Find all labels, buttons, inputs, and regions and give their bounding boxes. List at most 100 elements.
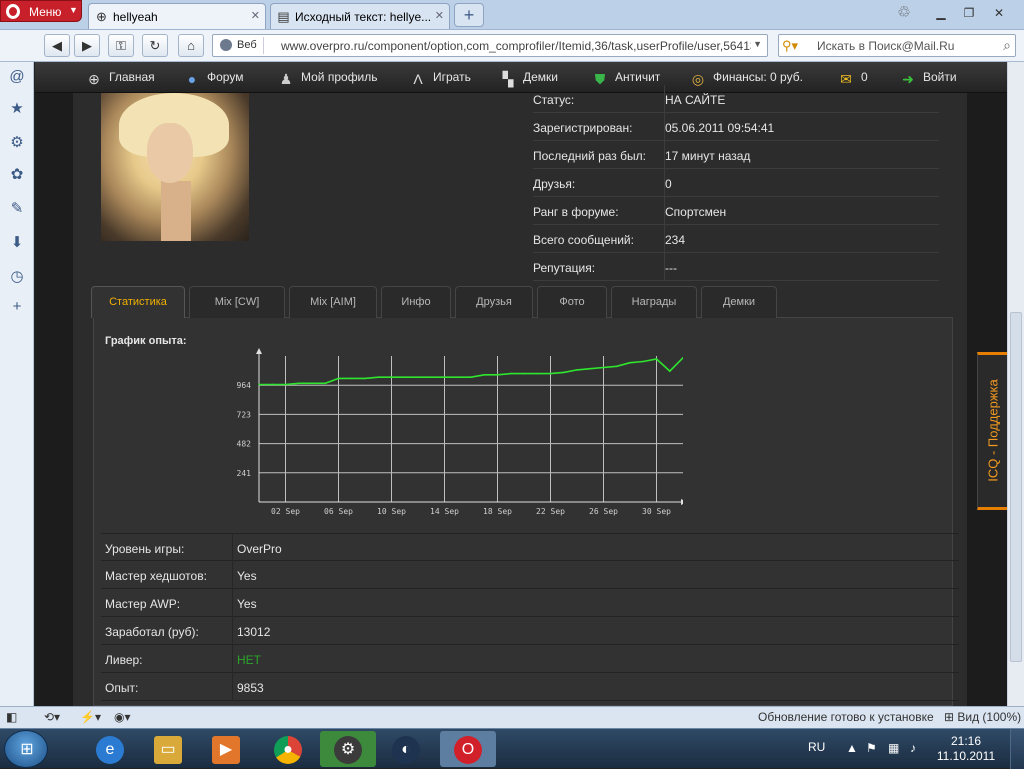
- play-icon: Λ: [413, 71, 423, 87]
- menu-item-home[interactable]: ⊕ Главная: [85, 70, 155, 87]
- network-alert-icon[interactable]: ⚑: [866, 741, 877, 755]
- back-button[interactable]: ◀: [44, 34, 70, 57]
- chart-data-point: [377, 376, 380, 379]
- chart-data-point: [403, 376, 406, 379]
- restore-button[interactable]: ❐: [956, 4, 982, 22]
- taskbar-opera[interactable]: O: [440, 731, 496, 767]
- info-row-reputation: Репутация: ---: [533, 253, 939, 281]
- opera-logo-icon: [6, 4, 20, 19]
- language-indicator[interactable]: RU: [808, 740, 825, 754]
- taskbar-ie[interactable]: e: [82, 731, 138, 767]
- tray-expand-icon[interactable]: ▲: [846, 741, 858, 755]
- url-text[interactable]: www.overpro.ru/component/option,com_comp…: [281, 39, 751, 53]
- zoom-status[interactable]: ⊞ Вид (100%): [944, 710, 1021, 724]
- key-icon[interactable]: ⚿: [108, 34, 134, 57]
- bookmarks-icon[interactable]: ★: [8, 100, 26, 118]
- taskbar-teamspeak[interactable]: ◐: [378, 731, 434, 767]
- chart-data-point: [337, 377, 340, 380]
- taskbar-explorer[interactable]: ▭: [140, 731, 196, 767]
- info-row-status: Статус: НА САЙТЕ: [533, 85, 939, 113]
- update-status[interactable]: Обновление готово к установке: [758, 710, 934, 724]
- tab-awards[interactable]: Награды: [611, 286, 697, 318]
- tab-stats[interactable]: Статистика: [91, 286, 185, 318]
- chart-x-tick-label: 18 Sep: [483, 507, 512, 516]
- unite-icon[interactable]: ✿: [8, 166, 26, 184]
- clock[interactable]: 21:16 11.10.2011: [936, 734, 996, 764]
- tab-mix-cw[interactable]: Mix [CW]: [189, 286, 285, 318]
- chart-x-axis-arrow: [681, 499, 683, 505]
- mail-icon[interactable]: @: [8, 68, 26, 86]
- chart-data-point: [364, 377, 366, 380]
- globe-icon: [220, 39, 232, 51]
- scrollbar-thumb[interactable]: [1010, 312, 1022, 662]
- sync-icon[interactable]: ⟲▾: [44, 710, 60, 724]
- page-scrollbar[interactable]: [1007, 62, 1024, 706]
- info-row-last-seen: Последний раз был: 17 минут назад: [533, 141, 939, 169]
- chart-data-point: [390, 376, 393, 379]
- widgets-icon[interactable]: ⚙: [8, 134, 26, 152]
- menu-item-play[interactable]: Λ Играть: [409, 70, 471, 87]
- internet-explorer-icon: e: [96, 736, 124, 764]
- chart-data-point: [655, 358, 658, 360]
- teamspeak-icon: ◐: [392, 736, 420, 764]
- tab-photo[interactable]: Фото: [537, 286, 607, 318]
- notes-icon[interactable]: ✎: [8, 200, 26, 218]
- close-icon[interactable]: ✕: [435, 9, 444, 22]
- window-close-button[interactable]: ✕: [986, 4, 1012, 22]
- chart-data-point: [576, 369, 578, 371]
- close-icon[interactable]: ✕: [251, 9, 260, 22]
- menu-label: Меню: [29, 5, 62, 19]
- taskbar-media[interactable]: ▶: [198, 731, 254, 767]
- site-badge[interactable]: Веб: [215, 37, 264, 54]
- chart-data-point: [297, 382, 300, 385]
- turbo-icon[interactable]: ⚡▾: [80, 710, 101, 724]
- document-icon: ▤: [277, 9, 290, 24]
- demo-icon: ▚: [502, 71, 514, 87]
- chart-data-point: [456, 376, 459, 379]
- chart-data-point: [549, 372, 552, 375]
- chart-series-line: [259, 357, 683, 386]
- show-desktop-button[interactable]: [1010, 729, 1024, 769]
- search-engine-icon[interactable]: ⚲▾: [782, 38, 798, 54]
- add-panel-icon[interactable]: +: [8, 298, 26, 316]
- menu-item-profile[interactable]: ♟ Мой профиль: [277, 70, 378, 87]
- opera-menu-button[interactable]: Меню ▼: [0, 0, 82, 22]
- search-placeholder[interactable]: Искать в Поиск@Mail.Ru: [817, 39, 954, 53]
- windows-logo-icon: ⊞: [20, 741, 34, 758]
- chevron-down-icon[interactable]: ▼: [753, 39, 762, 49]
- chart-data-point: [284, 383, 287, 386]
- browser-title-bar: Меню ▼ ⊕ hellyeah ✕ ▤ Исходный текст: he…: [0, 0, 1024, 30]
- chart-x-tick-label: 26 Sep: [589, 507, 618, 516]
- taskbar-steam[interactable]: ⚙: [320, 731, 376, 767]
- search-icon[interactable]: ⌕: [1003, 37, 1011, 54]
- tab-demos[interactable]: Демки: [701, 286, 777, 318]
- taskbar-chrome[interactable]: ●: [260, 731, 316, 767]
- start-button[interactable]: ⊞: [4, 730, 48, 768]
- speed-dial-icon[interactable]: ◉▾: [114, 710, 131, 724]
- home-button[interactable]: ⌂: [178, 34, 204, 57]
- address-bar[interactable]: Веб www.overpro.ru/component/option,com_…: [212, 34, 768, 57]
- stat-row-earned: Заработал (руб): 13012: [101, 617, 959, 645]
- menu-item-forum[interactable]: ● Форум: [183, 70, 244, 87]
- minimize-button[interactable]: ▁: [928, 4, 954, 22]
- tab-mix-aim[interactable]: Mix [AIM]: [289, 286, 377, 318]
- home-icon: ⊕: [88, 71, 100, 87]
- new-tab-button[interactable]: +: [454, 3, 484, 27]
- panel-toggle-icon[interactable]: ◧: [6, 710, 17, 724]
- browser-tab-hellyeah[interactable]: ⊕ hellyeah ✕: [88, 3, 266, 29]
- tab-friends[interactable]: Друзья: [455, 286, 533, 318]
- history-icon[interactable]: ◷: [8, 268, 26, 286]
- trash-icon[interactable]: ♲: [893, 3, 915, 25]
- chart-data-point: [536, 372, 539, 375]
- forward-button[interactable]: ▶: [74, 34, 100, 57]
- reload-button[interactable]: ↻: [142, 34, 168, 57]
- web-page: ⊕ Главная ● Форум ♟ Мой профиль Λ Играть ▚ Де…: [35, 62, 1007, 706]
- downloads-icon[interactable]: ⬇: [8, 234, 26, 252]
- network-icon[interactable]: ▦: [888, 741, 899, 755]
- tab-info[interactable]: Инфо: [381, 286, 451, 318]
- browser-tab-source[interactable]: ▤ Исходный текст: hellye... ✕: [270, 3, 450, 29]
- icq-support-widget[interactable]: ICQ - Поддержка: [977, 352, 1007, 510]
- search-box[interactable]: ⚲▾ Искать в Поиск@Mail.Ru ⌕: [778, 34, 1016, 57]
- chart-data-point: [602, 366, 605, 369]
- volume-icon[interactable]: ♪: [910, 741, 916, 755]
